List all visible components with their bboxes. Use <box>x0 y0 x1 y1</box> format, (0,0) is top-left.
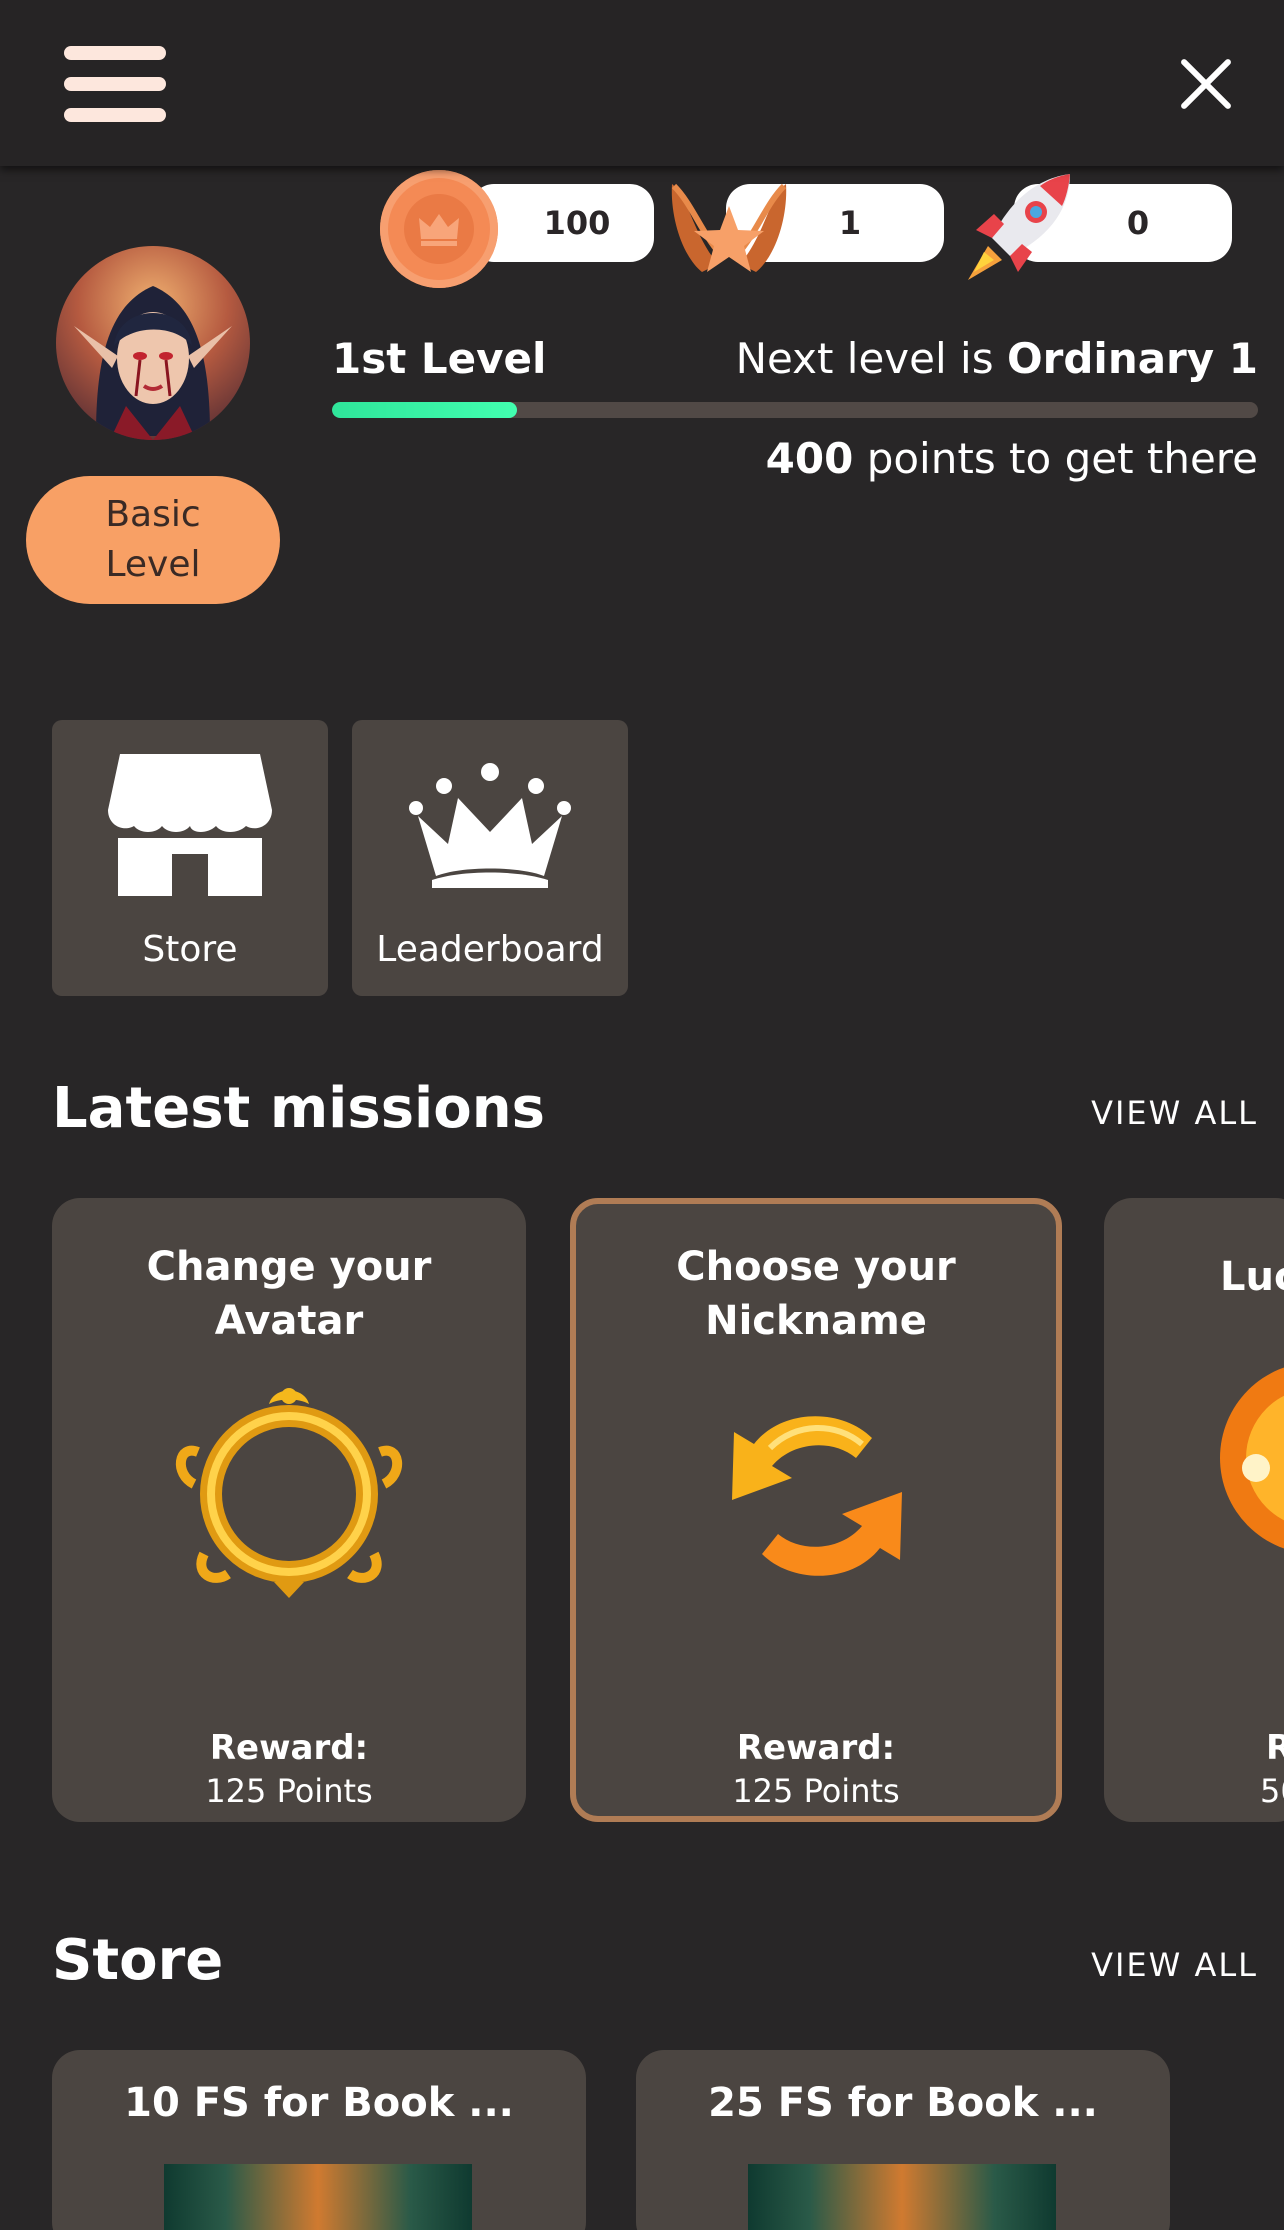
level-badge: Basic Level <box>26 476 280 604</box>
crown-coin-icon <box>380 170 498 288</box>
store-item-title: 25 FS for Book ... <box>708 2080 1098 2126</box>
mission-reward-points: 125 Points <box>205 1772 373 1810</box>
refresh-arrows-icon <box>732 1416 902 1576</box>
store-tile[interactable]: Store <box>52 720 328 996</box>
mission-title: Luc <box>1220 1254 1284 1300</box>
rocket-icon <box>968 174 1070 280</box>
store-item-card[interactable]: 10 FS for Book ... <box>52 2050 586 2230</box>
points-needed-text: 400 points to get there <box>766 434 1258 483</box>
store-section-title: Store <box>52 1928 224 1993</box>
mission-title: Choose your Nickname <box>576 1240 1056 1348</box>
mission-reward-points: 50 <box>1260 1772 1284 1810</box>
level-badge-line2: Level <box>105 544 201 585</box>
mission-reward-label: R <box>1266 1728 1284 1768</box>
mission-title-line1: Choose your <box>676 1244 956 1290</box>
mission-title-line2: Nickname <box>705 1298 927 1344</box>
badge-balance-value: 1 <box>838 204 862 242</box>
mission-card-avatar[interactable]: Change your Avatar Reward: 125 Points <box>52 1198 526 1822</box>
hamburger-menu-icon[interactable] <box>64 46 166 122</box>
avatar[interactable] <box>56 246 250 440</box>
store-tile-label: Store <box>142 929 238 970</box>
mission-title: Change your Avatar <box>52 1240 526 1348</box>
close-icon[interactable] <box>1178 56 1234 112</box>
level-badge-line1: Basic <box>105 494 201 535</box>
points-needed-suffix: points to get there <box>866 434 1258 483</box>
missions-view-all-link[interactable]: VIEW ALL <box>1091 1094 1258 1132</box>
orange-orb-icon <box>1220 1367 1284 1549</box>
rocket-balance-value: 0 <box>1126 204 1150 242</box>
leaderboard-tile[interactable]: Leaderboard <box>352 720 628 996</box>
next-level-text: Next level is Ordinary 1 <box>736 334 1258 383</box>
top-bar <box>0 0 1284 166</box>
store-item-thumbnail <box>164 2164 472 2230</box>
gold-frame-icon <box>175 1388 403 1598</box>
leaderboard-tile-label: Leaderboard <box>376 929 604 970</box>
mission-card-nickname[interactable]: Choose your Nickname Reward: 125 Points <box>570 1198 1062 1822</box>
store-item-card[interactable]: 25 FS for Book ... <box>636 2050 1170 2230</box>
mission-title-line1: Change your <box>146 1244 432 1290</box>
coin-balance-value: 100 <box>543 204 611 242</box>
crown-icon <box>409 763 571 888</box>
store-item-thumbnail <box>748 2164 1056 2230</box>
store-icon <box>108 754 272 896</box>
level-progress-bar <box>332 402 1258 418</box>
missions-section-title: Latest missions <box>52 1076 545 1141</box>
store-item-title: 10 FS for Book ... <box>124 2080 514 2126</box>
winged-star-icon <box>671 183 787 272</box>
store-view-all-link[interactable]: VIEW ALL <box>1091 1946 1258 1984</box>
next-level-prefix: Next level is <box>735 334 994 383</box>
mission-card-partial[interactable]: Luc R 50 <box>1104 1198 1284 1822</box>
mission-reward-points: 125 Points <box>732 1772 900 1810</box>
mission-title-line2: Avatar <box>214 1298 364 1344</box>
level-progress-fill <box>332 402 518 418</box>
level-title: 1st Level <box>332 334 547 383</box>
mission-reward-label: Reward: <box>209 1728 369 1768</box>
points-needed-value: 400 <box>765 434 854 483</box>
mission-reward-label: Reward: <box>736 1728 896 1768</box>
next-level-name: Ordinary 1 <box>1006 334 1258 383</box>
